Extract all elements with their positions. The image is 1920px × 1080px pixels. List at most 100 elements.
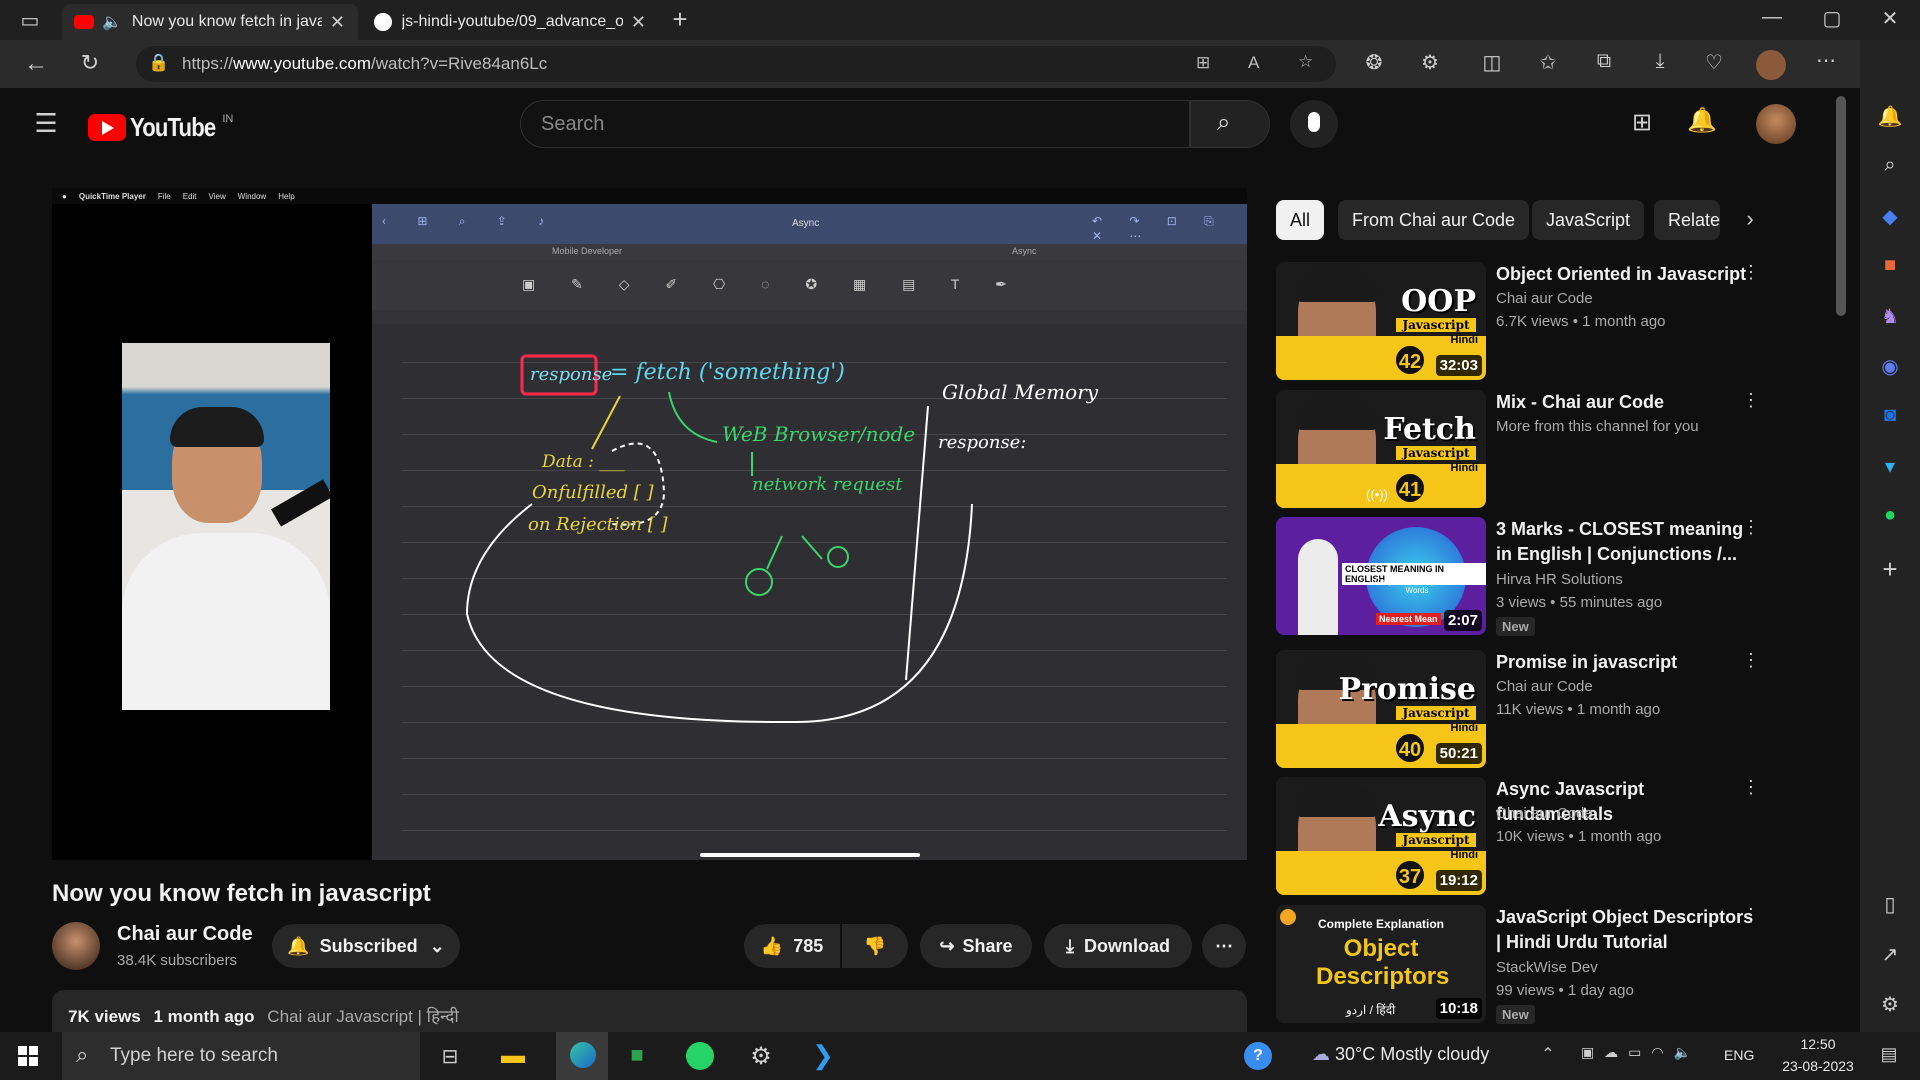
sidebar-panel-icon[interactable]: ▯ <box>1876 892 1904 917</box>
like-button[interactable]: 👍 785 <box>744 924 840 968</box>
add-sidebar-app-icon[interactable]: + <box>1876 554 1904 585</box>
tools-briefcase-icon[interactable]: ■ <box>1876 254 1904 277</box>
recommendation-channel[interactable]: StackWise Dev <box>1496 959 1598 976</box>
new-tab-icon[interactable]: + <box>666 4 694 35</box>
minimize-icon[interactable]: — <box>1760 6 1784 29</box>
video-player[interactable]: ● QuickTime Player File Edit View Window… <box>52 188 1247 860</box>
more-vertical-icon[interactable]: ⋮ <box>1742 517 1760 538</box>
video-thumbnail[interactable]: Async Javascript Hindi 37 19:12 <box>1276 777 1486 895</box>
tab-youtube[interactable]: 🔈 Now you know fetch in javasc ✕ <box>62 4 358 40</box>
create-video-icon[interactable]: ⊞ <box>1626 108 1658 137</box>
more-vertical-icon[interactable]: ⋮ <box>1742 650 1760 671</box>
games-icon[interactable]: ♞ <box>1876 304 1904 329</box>
notification-bell-icon[interactable]: 🔔 <box>1876 104 1904 129</box>
outlook-icon[interactable]: ◙ <box>1876 404 1904 427</box>
youtube-logo[interactable]: YouTube IN <box>88 112 233 143</box>
more-menu-icon[interactable]: ⋯ <box>1812 48 1840 73</box>
chip-all[interactable]: All <box>1276 200 1325 240</box>
more-vertical-icon[interactable]: ⋮ <box>1742 905 1760 926</box>
recommendation-card[interactable]: CLOSEST MEANING IN ENGLISH Conjunctions /… <box>1276 517 1760 636</box>
more-vertical-icon[interactable]: ⋮ <box>1742 777 1760 798</box>
extensions-icon[interactable]: ⚙ <box>1416 50 1444 75</box>
downloads-icon[interactable]: ⤓ <box>1646 50 1674 73</box>
edge-taskbar-icon[interactable] <box>556 1032 608 1080</box>
video-thumbnail[interactable]: Fetch Javascript Hindi 41 ((•)) <box>1276 390 1486 508</box>
recommendation-title[interactable]: JavaScript Object Descriptors | Hindi Ur… <box>1496 905 1756 955</box>
microsoft-365-icon[interactable]: ◉ <box>1876 354 1904 379</box>
external-link-icon[interactable]: ↗ <box>1876 942 1904 967</box>
recommendation-title[interactable]: Object Oriented in Javascript <box>1496 262 1756 287</box>
meet-icon[interactable]: ■ <box>622 1042 652 1068</box>
channel-name[interactable]: Chai aur Code <box>117 923 253 946</box>
chevron-right-icon[interactable]: › <box>1738 206 1762 232</box>
tab-actions-icon[interactable]: ▭ <box>16 8 44 32</box>
speaker-icon[interactable]: 🔈 <box>102 12 122 32</box>
recommendation-title[interactable]: 3 Marks - CLOSEST meaning in English | C… <box>1496 517 1756 567</box>
description-box[interactable]: 7K views 1 month ago Chai aur Javascript… <box>52 990 1247 1032</box>
back-icon[interactable]: ← <box>22 50 50 78</box>
recommendation-card[interactable]: Async Javascript Hindi 37 19:12 Async Javascr… <box>1276 777 1760 895</box>
drop-icon[interactable]: ▾ <box>1876 454 1904 479</box>
recommendation-title[interactable]: Promise in javascript <box>1496 650 1756 675</box>
voice-search-button[interactable] <box>1290 100 1338 148</box>
search-button[interactable]: ⌕ <box>1190 100 1270 148</box>
clock-time[interactable]: 12:50 <box>1788 1036 1848 1052</box>
address-bar[interactable]: 🔒 https://www.youtube.com/watch?v=Rive84… <box>136 46 1336 82</box>
input-language[interactable]: ENG <box>1724 1047 1754 1063</box>
split-screen-icon[interactable]: ◫ <box>1478 50 1506 75</box>
notifications-icon[interactable]: 🔔 <box>1686 106 1718 135</box>
browser-essentials-icon[interactable]: ♡ <box>1700 50 1728 75</box>
video-thumbnail[interactable]: CLOSEST MEANING IN ENGLISH Conjunctions /… <box>1276 517 1486 635</box>
recommendation-card[interactable]: Fetch Javascript Hindi 41 ((•)) Mix - Chai au… <box>1276 390 1760 508</box>
share-button[interactable]: ↪ Share <box>920 924 1032 968</box>
file-explorer-icon[interactable]: ▬ <box>498 1042 528 1070</box>
recommendation-channel[interactable]: Hirva HR Solutions <box>1496 571 1623 588</box>
taskbar-search-input[interactable]: ⌕ Type here to search <box>62 1032 420 1080</box>
more-vertical-icon[interactable]: ⋮ <box>1742 262 1760 283</box>
favorites-icon[interactable]: ✩ <box>1534 50 1562 75</box>
tray-chevron-up-icon[interactable]: ⌃ <box>1538 1044 1558 1064</box>
weather-widget[interactable]: ☁ 30°C Mostly cloudy <box>1312 1044 1489 1065</box>
chip-javascript[interactable]: JavaScript <box>1532 200 1645 240</box>
close-tab-icon[interactable]: ✕ <box>631 12 646 33</box>
settings-gear-icon[interactable]: ⚙ <box>746 1042 776 1071</box>
subscribed-button[interactable]: 🔔 Subscribed ⌄ <box>272 924 460 968</box>
chip-from-channel[interactable]: From Chai aur Code <box>1338 200 1530 240</box>
recommendation-card[interactable]: OOP Javascript Hindi 42 32:03 Object Oriented… <box>1276 262 1760 380</box>
collections-icon[interactable]: ⧉ <box>1590 50 1618 73</box>
account-avatar[interactable] <box>1756 104 1796 144</box>
playlist-link[interactable]: Chai aur Javascript | हिन्दी <box>267 1007 458 1026</box>
more-vertical-icon[interactable]: ⋮ <box>1742 390 1760 411</box>
action-center-icon[interactable]: ▤ <box>1876 1044 1902 1065</box>
vscode-icon[interactable]: ❯ <box>808 1040 838 1071</box>
copilot-extension-icon[interactable]: ❂ <box>1360 50 1388 75</box>
favorite-star-icon[interactable]: ☆ <box>1298 52 1313 72</box>
more-actions-button[interactable]: ⋯ <box>1202 924 1246 968</box>
read-aloud-icon[interactable]: A <box>1248 53 1259 73</box>
shopping-tag-icon[interactable]: ◆ <box>1876 204 1904 229</box>
channel-avatar[interactable] <box>52 922 100 970</box>
recommendation-channel[interactable]: More from this channel for you <box>1496 418 1699 435</box>
chip-related[interactable]: Relate <box>1654 200 1720 240</box>
reload-icon[interactable]: ↻ <box>76 50 104 76</box>
maximize-icon[interactable]: ▢ <box>1820 6 1844 31</box>
sidebar-settings-icon[interactable]: ⚙ <box>1876 992 1904 1017</box>
video-thumbnail[interactable]: OOP Javascript Hindi 42 32:03 <box>1276 262 1486 380</box>
clock-date[interactable]: 23-08-2023 <box>1770 1058 1866 1074</box>
video-thumbnail[interactable]: Promise Javascript Hindi 40 50:21 <box>1276 650 1486 768</box>
close-tab-icon[interactable]: ✕ <box>330 12 345 33</box>
page-scrollbar[interactable] <box>1836 96 1846 316</box>
app-available-icon[interactable]: ⊞ <box>1196 53 1210 73</box>
recommendation-title[interactable]: Mix - Chai aur Code <box>1496 390 1756 415</box>
tray-icons[interactable]: ▣☁▭◠🔈 <box>1566 1044 1716 1061</box>
video-thumbnail[interactable]: Complete Explanation Object Descriptors ار… <box>1276 905 1486 1023</box>
hamburger-menu-icon[interactable]: ☰ <box>30 108 62 139</box>
search-input[interactable]: Search <box>520 100 1190 148</box>
sidebar-search-icon[interactable]: ⌕ <box>1876 154 1904 177</box>
profile-avatar[interactable] <box>1756 50 1786 80</box>
spotify-icon[interactable]: ● <box>1876 504 1904 527</box>
recommendation-card[interactable]: Complete Explanation Object Descriptors ار… <box>1276 905 1760 1024</box>
tab-github[interactable]: js-hindi-youtube/09_advance_one ✕ <box>362 4 658 40</box>
task-view-icon[interactable]: ⊟ <box>436 1044 464 1069</box>
recommendation-card[interactable]: Promise Javascript Hindi 40 50:21 Promise in … <box>1276 650 1760 768</box>
